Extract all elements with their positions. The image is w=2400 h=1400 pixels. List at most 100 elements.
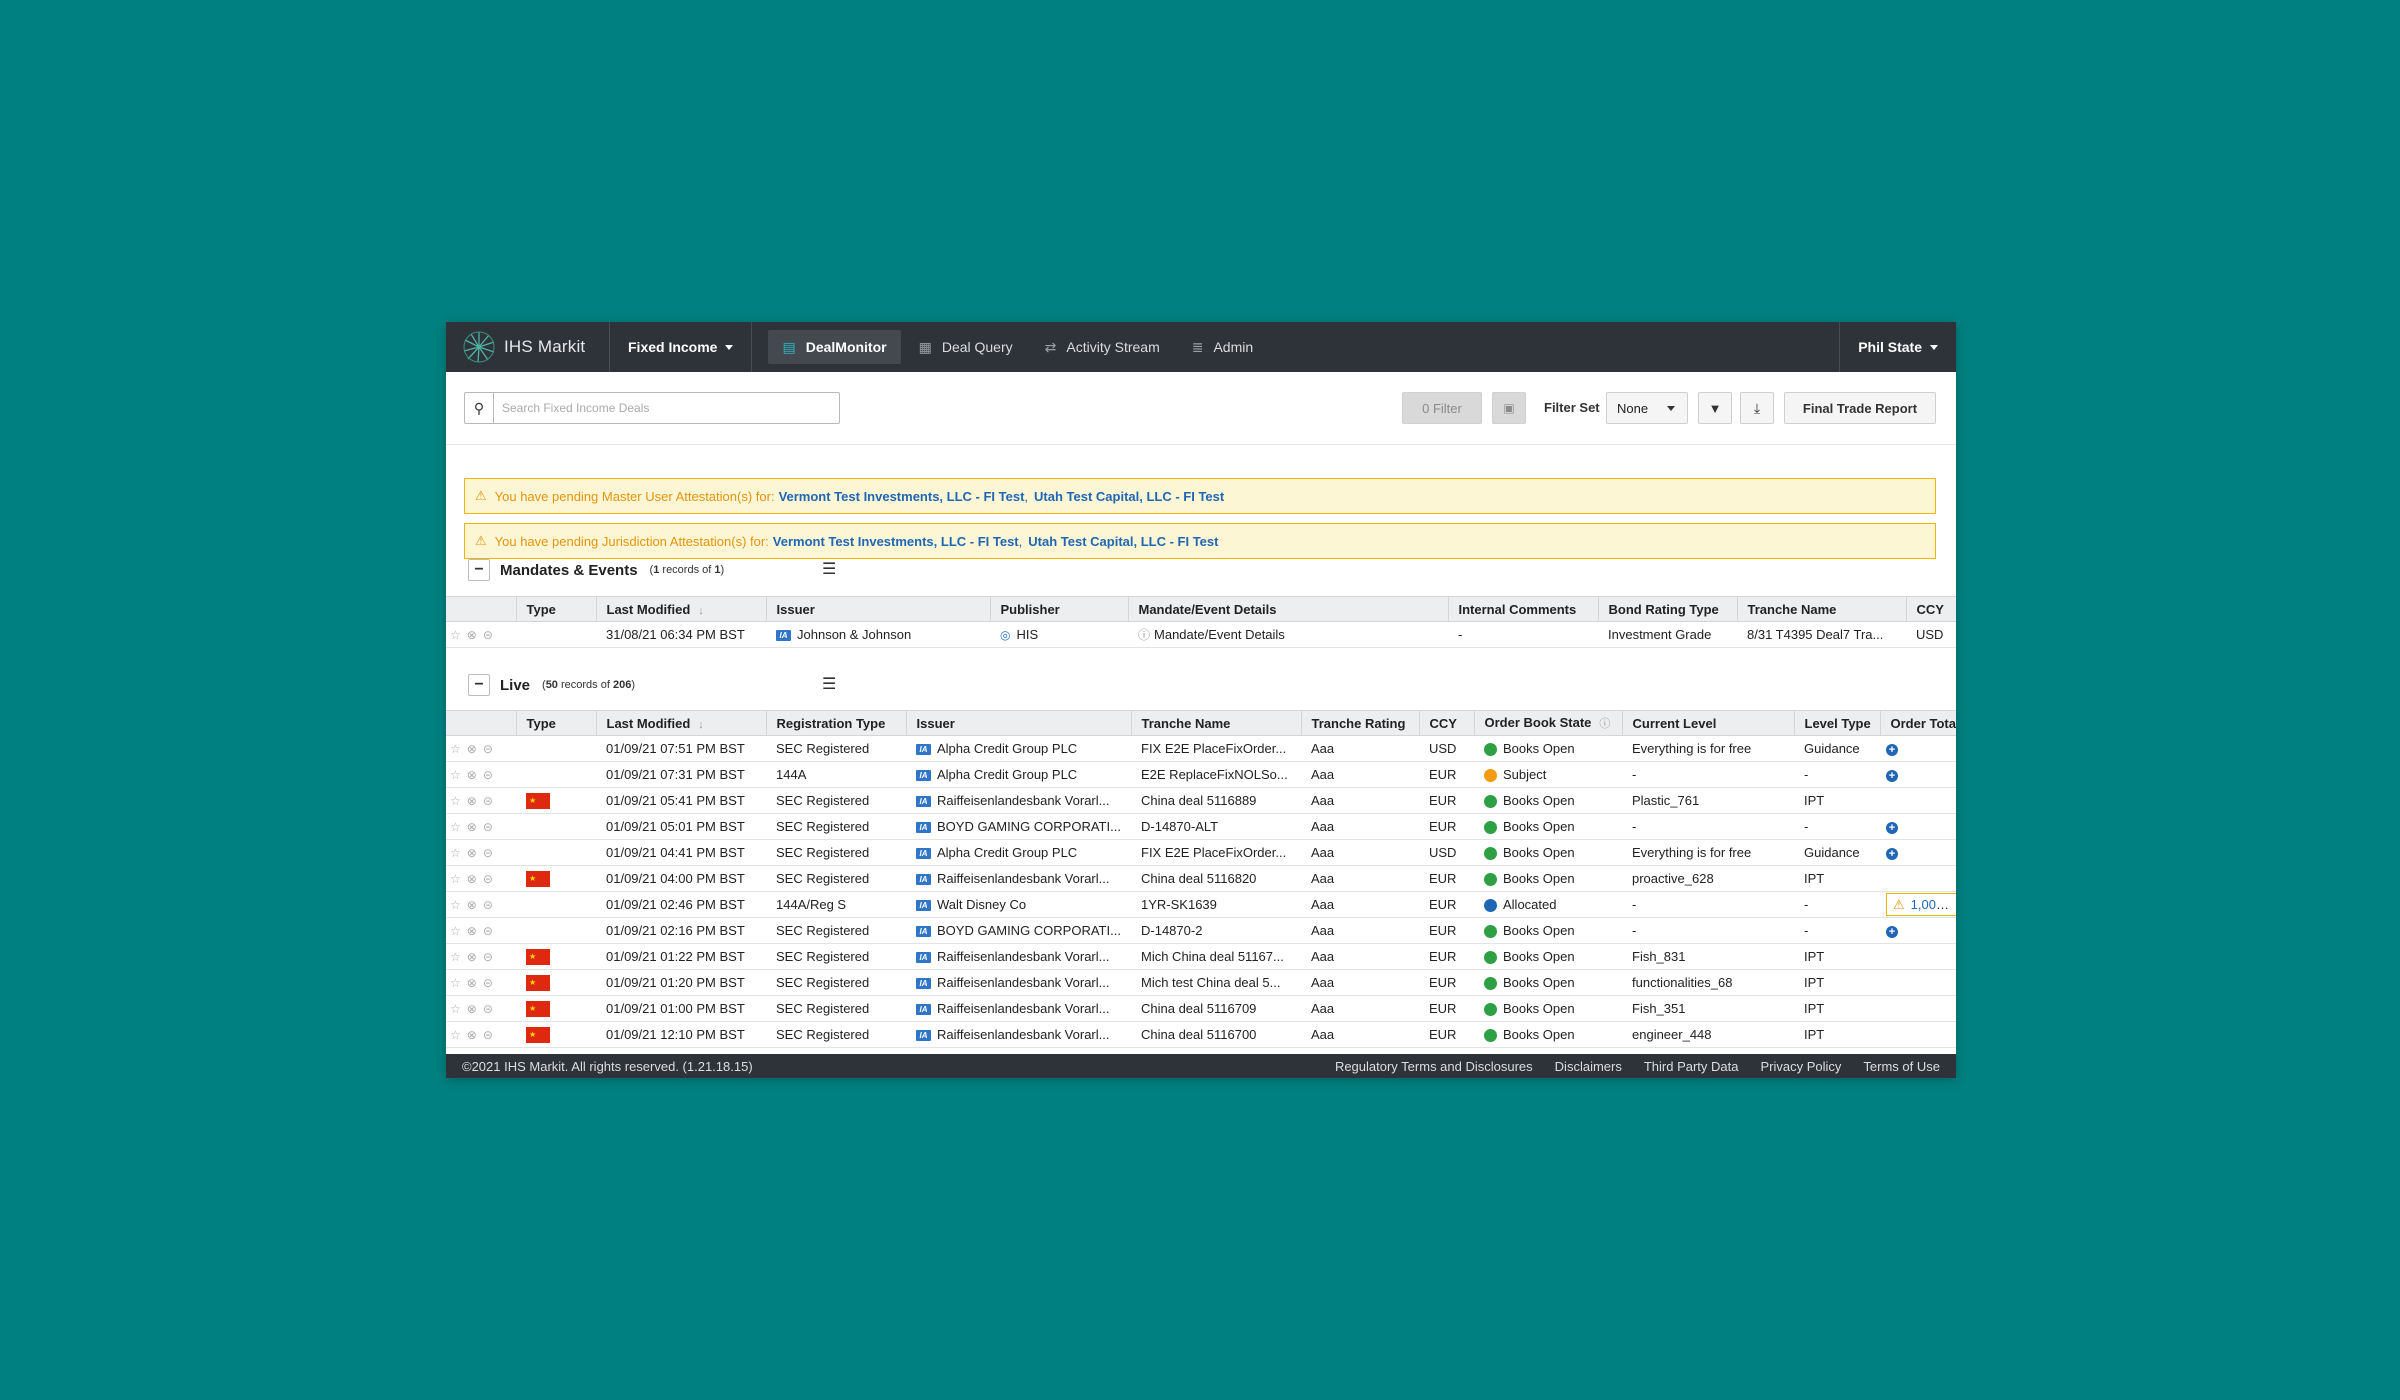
column-header-mandate-event-details[interactable]: Mandate/Event Details <box>1128 596 1449 622</box>
footer-link-disclaimers[interactable]: Disclaimers <box>1555 1059 1622 1074</box>
live-collapse-button[interactable]: − <box>468 674 490 696</box>
mandates-collapse-button[interactable]: − <box>468 559 490 581</box>
dash-circle-icon[interactable]: ⊝ <box>483 950 493 964</box>
star-icon[interactable]: ☆ <box>450 768 461 782</box>
add-order-icon[interactable]: + <box>1886 744 1898 756</box>
tranche-name-cell[interactable]: China deal 5116889 <box>1131 787 1301 814</box>
star-icon[interactable]: ☆ <box>450 820 461 834</box>
footer-link-terms-of-use[interactable]: Terms of Use <box>1863 1059 1940 1074</box>
table-row[interactable]: ☆ ⊗ ⊝ 01/09/21 02:46 PM BST 144A/Reg S IA Walt… <box>446 891 1956 918</box>
column-header-internal-comments[interactable]: Internal Comments <box>1448 596 1599 622</box>
dash-circle-icon[interactable]: ⊝ <box>483 820 493 834</box>
nav-item-activity-stream[interactable]: ⇄ Activity Stream <box>1031 330 1174 364</box>
nav-item-deal-query[interactable]: ▦ Deal Query <box>905 330 1027 364</box>
star-icon[interactable]: ☆ <box>450 846 461 860</box>
details-cell[interactable]: ⓘ Mandate/Event Details <box>1128 621 1448 648</box>
star-icon[interactable]: ☆ <box>450 872 461 886</box>
table-row[interactable]: ☆ ⊗ ⊝ ★ 01/09/21 01:22 PM BST SEC Registered I… <box>446 943 1956 970</box>
star-icon[interactable]: ☆ <box>450 924 461 938</box>
sort-desc-icon[interactable]: ↓ <box>698 719 704 731</box>
star-icon[interactable]: ☆ <box>450 742 461 756</box>
close-circle-icon[interactable]: ⊗ <box>467 742 477 756</box>
column-header-issuer[interactable]: Issuer <box>906 710 1132 736</box>
table-row[interactable]: ☆ ⊗ ⊝ 01/09/21 07:31 PM BST 144A IA Alpha Cred… <box>446 761 1956 788</box>
footer-link-privacy-policy[interactable]: Privacy Policy <box>1761 1059 1842 1074</box>
close-circle-icon[interactable]: ⊗ <box>467 768 477 782</box>
brand-logo[interactable]: IHS Markit <box>446 322 610 372</box>
footer-link-third-party-data[interactable]: Third Party Data <box>1644 1059 1739 1074</box>
column-header-last-modified[interactable]: Last Modified ↓ <box>596 710 767 736</box>
table-row[interactable]: ☆ ⊗ ⊝ 01/09/21 05:01 PM BST SEC Registered IA… <box>446 813 1956 840</box>
column-header-order-tota[interactable]: Order Tota <box>1880 710 1956 736</box>
dash-circle-icon[interactable]: ⊝ <box>483 1002 493 1016</box>
star-icon[interactable]: ☆ <box>450 1028 461 1042</box>
dash-circle-icon[interactable]: ⊝ <box>483 794 493 808</box>
table-row[interactable]: ☆ ⊗ ⊝ ★ 01/09/21 01:00 PM BST SEC Registered I… <box>446 995 1956 1022</box>
tranche-name-cell[interactable]: China deal 5116709 <box>1131 995 1301 1022</box>
tranche-name-cell[interactable]: E2E ReplaceFixNOLSo... <box>1131 761 1301 788</box>
close-circle-icon[interactable]: ⊗ <box>467 1028 477 1042</box>
filter-count-button[interactable]: 0 Filter <box>1402 392 1482 424</box>
add-order-icon[interactable]: + <box>1886 926 1898 938</box>
close-circle-icon[interactable]: ⊗ <box>467 950 477 964</box>
dash-circle-icon[interactable]: ⊝ <box>483 1028 493 1042</box>
dash-circle-icon[interactable]: ⊝ <box>483 976 493 990</box>
star-icon[interactable]: ☆ <box>450 950 461 964</box>
search-icon[interactable]: ⚲ <box>465 393 494 423</box>
star-icon[interactable]: ☆ <box>450 898 461 912</box>
column-header-publisher[interactable]: Publisher <box>990 596 1129 622</box>
table-row[interactable]: ☆ ⊗ ⊝ 31/08/21 06:34 PM BST IA Johnson & John… <box>446 621 1956 648</box>
close-circle-icon[interactable]: ⊗ <box>467 872 477 886</box>
user-menu[interactable]: Phil State <box>1839 322 1956 372</box>
star-icon[interactable]: ☆ <box>450 794 461 808</box>
add-order-icon[interactable]: + <box>1886 848 1898 860</box>
column-header-registration-type[interactable]: Registration Type <box>766 710 907 736</box>
product-dropdown[interactable]: Fixed Income <box>610 322 753 372</box>
star-icon[interactable]: ☆ <box>450 976 461 990</box>
close-circle-icon[interactable]: ⊗ <box>467 1002 477 1016</box>
dash-circle-icon[interactable]: ⊝ <box>483 768 493 782</box>
dash-circle-icon[interactable]: ⊝ <box>483 924 493 938</box>
column-header-last-modified[interactable]: Last Modified ↓ <box>596 596 767 622</box>
dash-circle-icon[interactable]: ⊝ <box>483 846 493 860</box>
column-header-ccy[interactable]: CCY <box>1419 710 1475 736</box>
table-row[interactable]: ☆ ⊗ ⊝ 01/09/21 04:41 PM BST SEC Registered IA… <box>446 839 1956 866</box>
tranche-name-cell[interactable]: China deal 5116700 <box>1131 1021 1301 1048</box>
column-header-tranche-name[interactable]: Tranche Name <box>1737 596 1907 622</box>
column-header-tranche-name[interactable]: Tranche Name <box>1131 710 1302 736</box>
column-header-order-book-state[interactable]: Order Book State ⓘ <box>1474 710 1623 736</box>
alert-link[interactable]: Vermont Test Investments, LLC - FI Test <box>779 489 1025 504</box>
star-icon[interactable]: ☆ <box>450 628 461 642</box>
column-header-level-type[interactable]: Level Type <box>1794 710 1881 736</box>
tranche-name-cell[interactable]: D-14870-ALT <box>1131 813 1301 840</box>
dash-circle-icon[interactable]: ⊝ <box>483 872 493 886</box>
alert-link[interactable]: Utah Test Capital, LLC - FI Test <box>1034 489 1224 504</box>
tranche-name-cell[interactable]: FIX E2E PlaceFixOrder... <box>1131 735 1301 762</box>
search-input[interactable] <box>494 393 839 423</box>
sort-desc-icon[interactable]: ↓ <box>698 605 704 617</box>
tranche-name-cell[interactable]: FIX E2E PlaceFixOrder... <box>1131 839 1301 866</box>
close-circle-icon[interactable]: ⊗ <box>467 820 477 834</box>
table-row[interactable]: ☆ ⊗ ⊝ ★ 01/09/21 01:20 PM BST SEC Registered I… <box>446 969 1956 996</box>
column-header-issuer[interactable]: Issuer <box>766 596 991 622</box>
final-trade-report-button[interactable]: Final Trade Report <box>1784 392 1936 424</box>
tranche-name-cell[interactable]: 1YR-SK1639 <box>1131 891 1301 918</box>
filter-button[interactable]: ▼ <box>1698 392 1732 424</box>
column-list-icon[interactable]: ☰ <box>822 559 836 579</box>
order-warning[interactable]: ⚠ 1,000,0 <box>1886 892 1956 916</box>
table-row[interactable]: ☆ ⊗ ⊝ ★ 01/09/21 12:10 PM BST SEC Registered I… <box>446 1021 1956 1048</box>
column-header-bond-rating-type[interactable]: Bond Rating Type <box>1598 596 1738 622</box>
tranche-name-cell[interactable]: D-14870-2 <box>1131 917 1301 944</box>
nav-item-admin[interactable]: ≣ Admin <box>1178 330 1267 364</box>
dash-circle-icon[interactable]: ⊝ <box>483 742 493 756</box>
column-header-type[interactable]: Type <box>516 710 597 736</box>
tranche-name-cell[interactable]: China deal 5116820 <box>1131 865 1301 892</box>
close-circle-icon[interactable]: ⊗ <box>467 628 477 642</box>
close-circle-icon[interactable]: ⊗ <box>467 976 477 990</box>
column-header-type[interactable]: Type <box>516 596 597 622</box>
close-circle-icon[interactable]: ⊗ <box>467 846 477 860</box>
column-header-tranche-rating[interactable]: Tranche Rating <box>1301 710 1420 736</box>
column-list-icon[interactable]: ☰ <box>822 674 836 694</box>
dash-circle-icon[interactable]: ⊝ <box>483 628 493 642</box>
close-circle-icon[interactable]: ⊗ <box>467 898 477 912</box>
